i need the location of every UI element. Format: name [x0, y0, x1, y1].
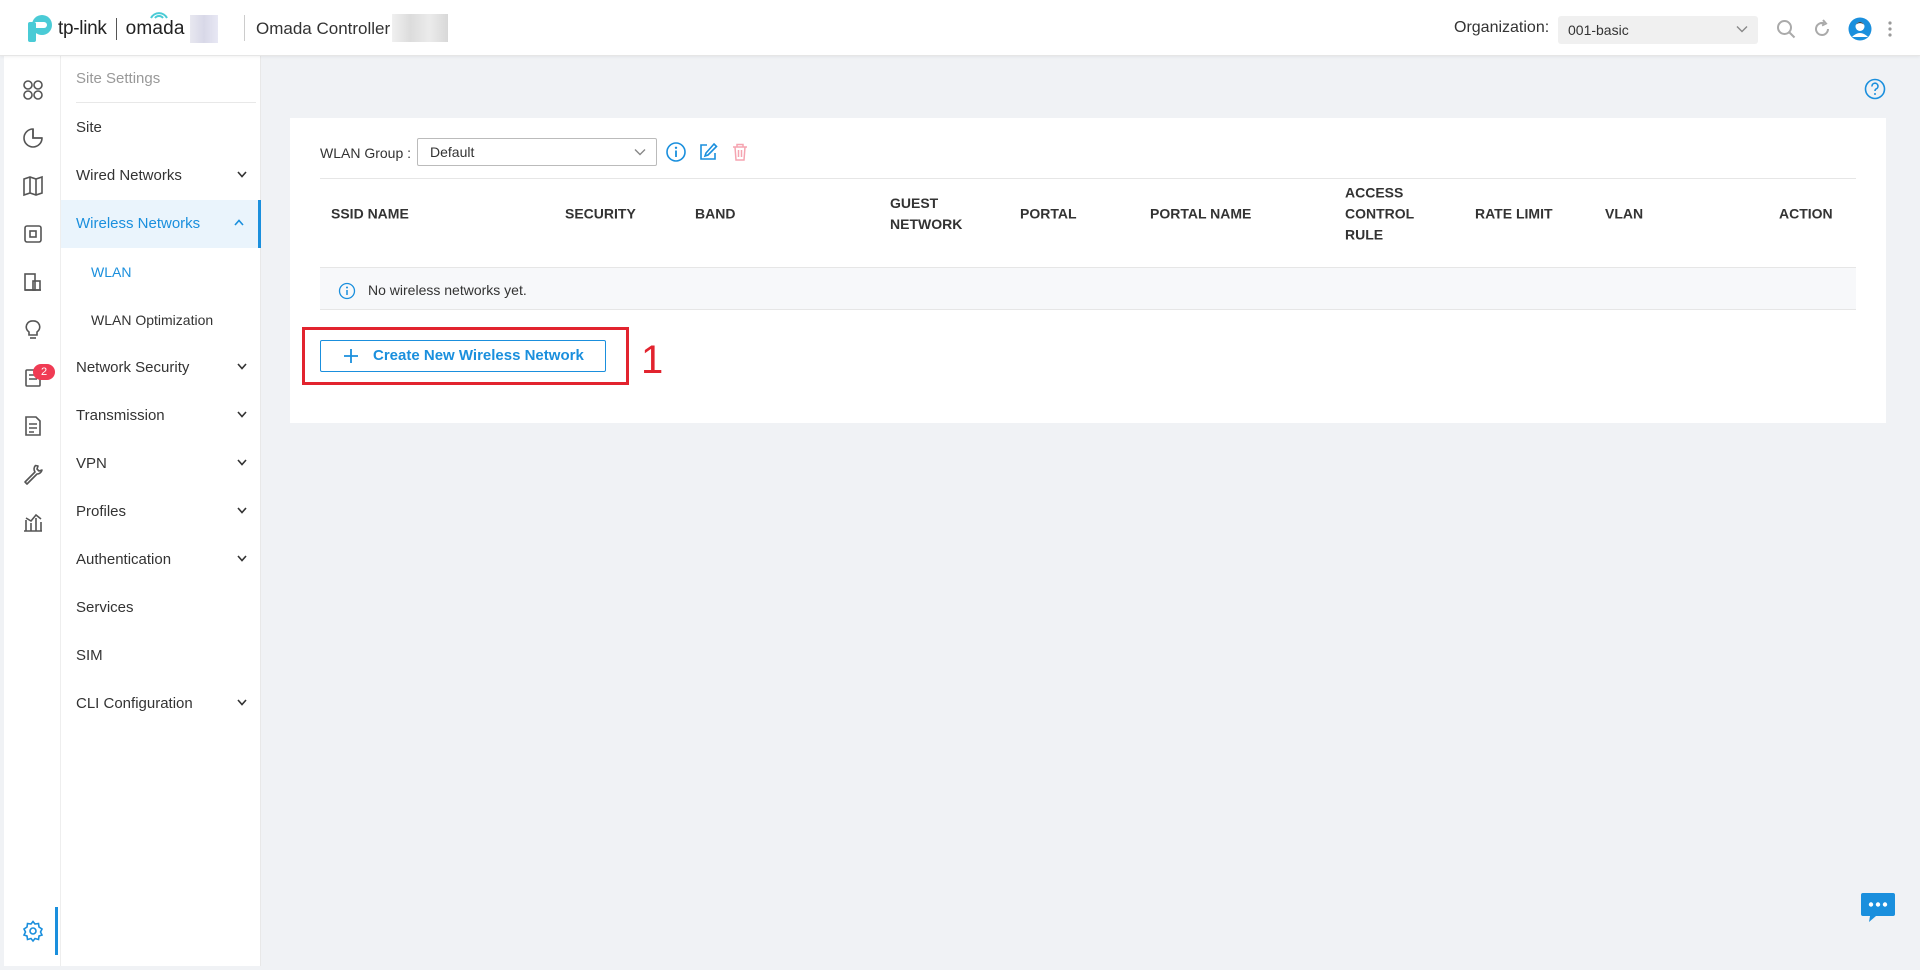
table-top-border — [320, 178, 1856, 179]
more-vertical-icon[interactable] — [1886, 19, 1894, 39]
settings-gear-icon[interactable] — [21, 919, 45, 943]
clients-icon[interactable] — [21, 270, 45, 294]
map-icon[interactable] — [21, 174, 45, 198]
column-header-access-control-rule[interactable]: ACCESS CONTROL RULE — [1345, 183, 1414, 246]
chevron-down-icon — [237, 507, 247, 514]
chat-support-icon[interactable] — [1860, 890, 1896, 924]
notification-badge: 2 — [33, 364, 56, 380]
column-header-rate-limit[interactable]: RATE LIMIT — [1475, 204, 1553, 225]
chevron-down-icon — [237, 459, 247, 466]
column-header-action[interactable]: ACTION — [1779, 204, 1833, 225]
wlan-group-value: Default — [430, 144, 475, 160]
wlan-card: WLAN Group : Default SSID NAME SECURITY … — [290, 118, 1886, 423]
nav-item-services[interactable]: Services — [61, 584, 261, 632]
nav-item-vpn[interactable]: VPN — [61, 440, 261, 488]
organization-select[interactable]: 001-basic — [1558, 16, 1758, 44]
refresh-icon[interactable] — [1812, 19, 1832, 39]
info-icon — [338, 282, 356, 300]
tools-wrench-icon[interactable] — [21, 462, 45, 486]
annotation-step-number: 1 — [641, 338, 664, 382]
table-empty-row: No wireless networks yet. — [320, 267, 1856, 310]
chevron-down-icon — [237, 411, 247, 418]
app-title: Omada Controller — [256, 19, 391, 38]
chevron-down-icon — [1736, 26, 1748, 33]
column-header-vlan[interactable]: VLAN — [1605, 204, 1643, 225]
nav-subitem-wlan[interactable]: WLAN — [61, 248, 261, 296]
organization-value: 001-basic — [1568, 22, 1629, 38]
header-divider — [244, 15, 245, 41]
search-icon[interactable] — [1776, 19, 1796, 39]
empty-state-message: No wireless networks yet. — [368, 282, 527, 298]
nav-item-network-security[interactable]: Network Security — [61, 344, 261, 392]
analytics-chart-icon[interactable] — [21, 510, 45, 534]
active-rail-indicator — [55, 907, 58, 955]
nav-item-sim[interactable]: SIM — [61, 632, 261, 680]
nav-item-site[interactable]: Site — [61, 104, 261, 152]
statistics-pie-icon[interactable] — [21, 126, 45, 150]
reports-document-icon[interactable] — [21, 414, 45, 438]
nav-item-profiles[interactable]: Profiles — [61, 488, 261, 536]
chevron-down-icon — [237, 699, 247, 706]
create-new-wireless-network-button[interactable]: Create New Wireless Network — [320, 340, 606, 372]
column-header-portal-name[interactable]: PORTAL NAME — [1150, 204, 1251, 225]
nav-subitem-wlan-optimization[interactable]: WLAN Optimization — [61, 296, 261, 344]
plus-icon — [344, 349, 358, 363]
dashboard-icon[interactable] — [21, 78, 45, 102]
help-icon[interactable] — [1864, 78, 1886, 100]
nav-divider — [76, 102, 256, 103]
site-settings-nav: Site Settings Site Wired Networks Wirele… — [61, 56, 261, 966]
column-header-portal[interactable]: PORTAL — [1020, 204, 1077, 225]
top-header: tp-link omada Omada Controller Organizat… — [0, 0, 1920, 56]
wlan-group-select[interactable]: Default — [417, 138, 657, 166]
user-avatar-icon[interactable] — [1848, 17, 1872, 41]
chevron-down-icon — [237, 171, 247, 178]
nav-section-title: Site Settings — [76, 70, 161, 87]
chevron-down-icon — [634, 149, 646, 156]
column-header-guest-network[interactable]: GUEST NETWORK — [890, 193, 962, 235]
tp-link-wordmark: tp-link — [58, 18, 107, 39]
column-header-security[interactable]: SECURITY — [565, 204, 636, 225]
nav-item-wireless-networks[interactable]: Wireless Networks — [61, 200, 261, 248]
wlan-group-label: WLAN Group : — [320, 145, 412, 161]
nav-item-wired-networks[interactable]: Wired Networks — [61, 152, 261, 200]
redacted-logo-area — [189, 15, 218, 43]
column-header-band[interactable]: BAND — [695, 204, 735, 225]
devices-icon[interactable] — [21, 222, 45, 246]
chevron-down-icon — [237, 555, 247, 562]
chevron-up-icon — [234, 219, 244, 226]
column-header-ssid-name[interactable]: SSID NAME — [331, 204, 409, 225]
tp-link-logo-icon — [28, 15, 52, 42]
nav-item-transmission[interactable]: Transmission — [61, 392, 261, 440]
organization-label: Organization: — [1454, 19, 1550, 36]
insights-bulb-icon[interactable] — [21, 318, 45, 342]
redacted-title-area — [392, 14, 448, 42]
logo-divider — [115, 18, 117, 40]
tp-link-omada-logo[interactable]: tp-link omada — [22, 12, 218, 45]
omada-wordmark: omada — [126, 12, 185, 40]
edit-icon[interactable] — [697, 141, 719, 163]
nav-item-cli-configuration[interactable]: CLI Configuration — [61, 680, 261, 728]
delete-trash-icon — [733, 143, 747, 161]
info-icon[interactable] — [665, 141, 687, 163]
wifi-arc-icon — [149, 12, 168, 19]
chevron-down-icon — [237, 363, 247, 370]
nav-item-authentication[interactable]: Authentication — [61, 536, 261, 584]
icon-rail: 2 — [4, 56, 61, 966]
